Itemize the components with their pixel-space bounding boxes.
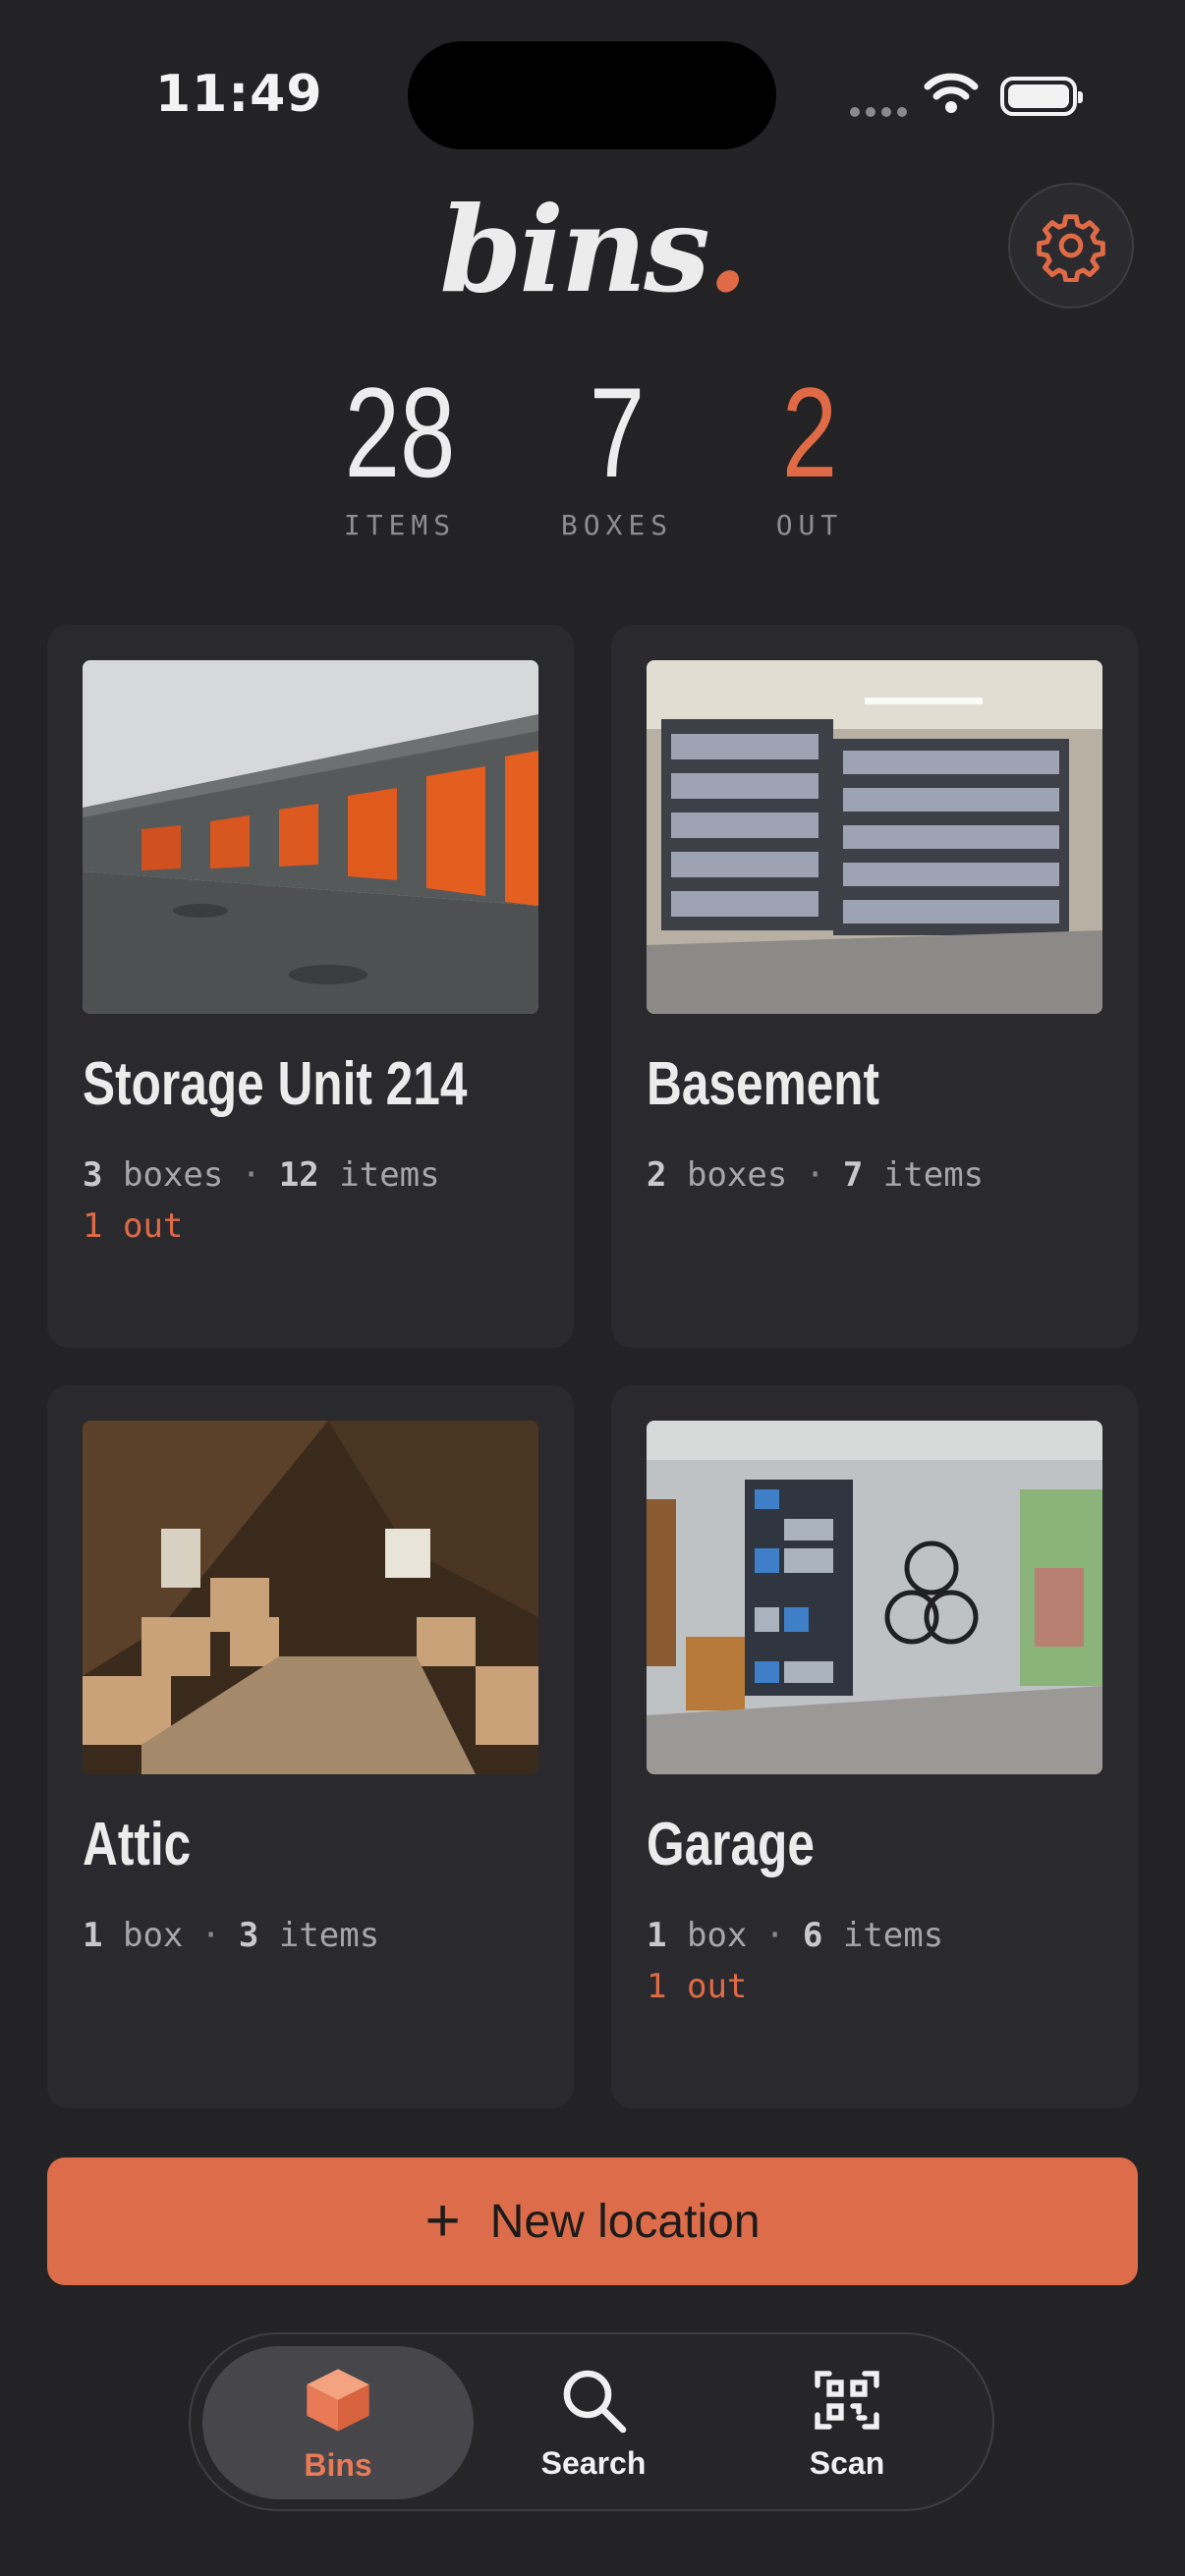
cellular-signal-icon: [850, 102, 913, 121]
boxes-label: boxes: [122, 1155, 224, 1195]
tab-search[interactable]: Search: [458, 2346, 729, 2499]
new-location-button[interactable]: + New location: [47, 2157, 1138, 2285]
stat-out-value: 2: [781, 361, 838, 504]
location-card-attic[interactable]: Attic 1 box · 3 items: [47, 1385, 574, 2108]
app-logo: bins.: [0, 182, 1185, 319]
logo-dot: .: [706, 181, 749, 319]
stat-items: 28 ITEMS: [302, 364, 498, 541]
settings-button[interactable]: [1008, 183, 1134, 308]
out-label: out: [122, 1206, 184, 1246]
out-count-badge: 1 out: [83, 1206, 183, 1246]
dynamic-island: [408, 41, 776, 149]
tab-search-label: Search: [540, 2444, 647, 2481]
location-counts: 3 boxes · 12 items: [83, 1155, 440, 1195]
location-name: Attic: [83, 1811, 192, 1878]
stat-items-value: 28: [344, 361, 456, 504]
location-card-storage-unit[interactable]: Storage Unit 214 3 boxes · 12 items 1 out: [47, 625, 574, 1348]
location-card-garage[interactable]: Garage 1 box · 6 items 1 out: [611, 1385, 1138, 2108]
battery-icon: [1000, 77, 1083, 116]
gear-icon: [1037, 214, 1105, 282]
tab-scan-label: Scan: [809, 2444, 885, 2481]
out-count: 1: [83, 1206, 103, 1246]
location-counts: 1 box · 6 items: [647, 1916, 944, 1955]
items-label: items: [339, 1155, 440, 1195]
logo-text: bins: [439, 181, 709, 319]
boxes-label: box: [686, 1916, 748, 1955]
stat-boxes-value: 7: [589, 361, 646, 504]
location-counts: 2 boxes · 7 items: [647, 1155, 985, 1195]
storage-unit-photo: [83, 660, 538, 1014]
location-counts: 1 box · 3 items: [83, 1916, 380, 1955]
boxes-label: boxes: [686, 1155, 788, 1195]
tab-bins[interactable]: Bins: [202, 2346, 474, 2499]
items-label: items: [278, 1916, 380, 1955]
location-name: Storage Unit 214: [83, 1050, 468, 1118]
attic-photo: [83, 1421, 538, 1774]
stat-out-label: OUT: [775, 509, 844, 541]
boxes-count: 1: [647, 1916, 667, 1955]
location-card-basement[interactable]: Basement 2 boxes · 7 items: [611, 625, 1138, 1348]
wifi-icon: [924, 73, 979, 113]
tab-bar: Bins Search Scan: [189, 2332, 994, 2511]
out-count-badge: 1 out: [647, 1967, 747, 2006]
clock: 11:49: [155, 65, 323, 124]
out-count: 1: [647, 1967, 667, 2006]
stat-items-label: ITEMS: [343, 509, 457, 541]
location-name: Basement: [647, 1050, 880, 1118]
box-icon: [307, 2368, 369, 2432]
stat-out: 2 OUT: [711, 364, 908, 541]
stat-boxes-label: BOXES: [560, 509, 674, 541]
tab-scan[interactable]: Scan: [711, 2346, 983, 2499]
out-label: out: [686, 1967, 748, 2006]
items-count: 3: [238, 1916, 259, 1955]
items-count: 6: [802, 1916, 823, 1955]
items-label: items: [882, 1155, 985, 1195]
boxes-label: box: [122, 1916, 184, 1955]
boxes-count: 1: [83, 1916, 103, 1955]
stats-summary: 28 ITEMS 7 BOXES 2 OUT: [0, 364, 1185, 560]
search-icon: [563, 2370, 627, 2433]
items-label: items: [842, 1916, 944, 1955]
boxes-count: 3: [83, 1155, 103, 1195]
items-count: 12: [278, 1155, 319, 1195]
tab-bins-label: Bins: [304, 2446, 372, 2483]
basement-photo: [647, 660, 1102, 1014]
boxes-count: 2: [647, 1155, 667, 1195]
plus-icon: +: [424, 2187, 461, 2255]
stat-boxes: 7 BOXES: [519, 364, 715, 541]
status-bar: 11:49: [0, 0, 1185, 196]
qr-scan-icon: [815, 2370, 879, 2430]
location-name: Garage: [647, 1811, 815, 1878]
new-location-label: New location: [489, 2195, 761, 2248]
items-count: 7: [842, 1155, 864, 1195]
garage-photo: [647, 1421, 1102, 1774]
